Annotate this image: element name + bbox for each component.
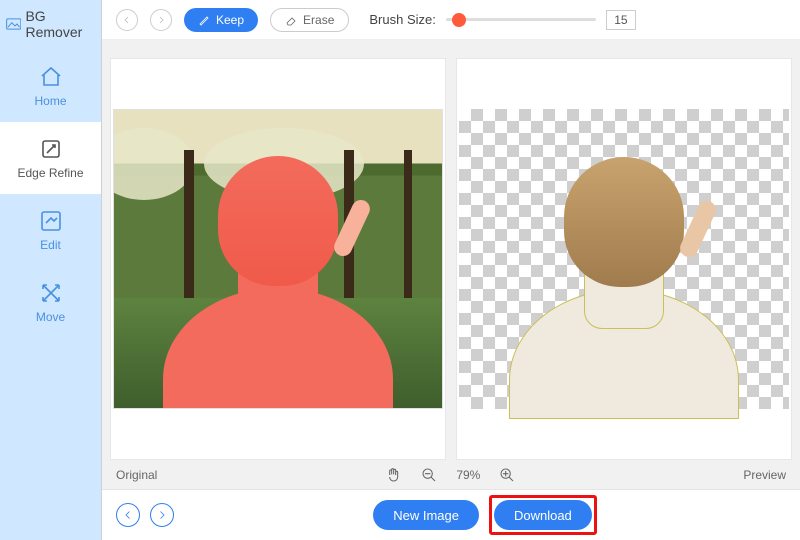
chevron-left-icon — [122, 509, 134, 521]
sidebar-item-label: Home — [34, 94, 66, 108]
edit-icon — [39, 209, 63, 233]
original-pane — [110, 58, 446, 460]
sidebar-item-label: Edge Refine — [17, 166, 83, 180]
app-logo-icon — [6, 17, 21, 31]
zoom-out-icon — [421, 467, 437, 483]
sidebar-item-edit[interactable]: Edit — [0, 194, 101, 266]
sidebar-item-home[interactable]: Home — [0, 50, 101, 122]
sidebar-item-edge-refine[interactable]: Edge Refine — [0, 122, 101, 194]
brush-size-slider[interactable] — [446, 18, 596, 21]
new-image-label: New Image — [393, 508, 459, 523]
brush-icon — [198, 14, 210, 26]
brand-name: BG Remover — [25, 8, 95, 40]
subject-cutout — [519, 139, 729, 419]
brush-size-label: Brush Size: — [369, 12, 435, 27]
erase-button[interactable]: Erase — [270, 8, 349, 32]
redo-button[interactable] — [150, 9, 172, 31]
original-label: Original — [116, 468, 157, 482]
pan-button[interactable] — [384, 466, 402, 484]
keep-label: Keep — [216, 13, 244, 27]
eraser-icon — [285, 14, 297, 26]
toolbar: Keep Erase Brush Size: 15 — [102, 0, 800, 40]
download-button[interactable]: Download — [494, 500, 592, 530]
prev-button[interactable] — [116, 503, 140, 527]
brush-size-value: 15 — [606, 10, 636, 30]
preview-label: Preview — [743, 468, 786, 482]
preview-pane — [456, 58, 792, 460]
download-highlight: Download — [489, 495, 597, 535]
sidebar-item-label: Move — [36, 310, 65, 324]
chevron-right-icon — [156, 509, 168, 521]
erase-label: Erase — [303, 13, 334, 27]
original-image[interactable] — [113, 109, 443, 409]
preview-image[interactable] — [459, 109, 789, 409]
keep-button[interactable]: Keep — [184, 8, 258, 32]
work-area — [102, 40, 800, 460]
sidebar: BG Remover Home Edge Refine Edit Move — [0, 0, 102, 540]
zoom-in-button[interactable] — [498, 466, 516, 484]
hand-icon — [385, 467, 401, 483]
redo-icon — [155, 14, 167, 26]
next-button[interactable] — [150, 503, 174, 527]
slider-thumb[interactable] — [452, 13, 466, 27]
zoom-in-icon — [499, 467, 515, 483]
download-label: Download — [514, 508, 572, 523]
zoom-out-button[interactable] — [420, 466, 438, 484]
status-bar: Original 79% Preview — [102, 460, 800, 490]
sidebar-item-move[interactable]: Move — [0, 266, 101, 338]
main: Keep Erase Brush Size: 15 — [102, 0, 800, 540]
action-bar: New Image Download — [102, 490, 800, 540]
undo-button[interactable] — [116, 9, 138, 31]
subject-mask-overlay — [173, 138, 383, 409]
home-icon — [39, 65, 63, 89]
brush-size-control: Brush Size: 15 — [369, 10, 635, 30]
undo-icon — [121, 14, 133, 26]
move-icon — [39, 281, 63, 305]
zoom-value: 79% — [456, 468, 480, 482]
sidebar-item-label: Edit — [40, 238, 61, 252]
brand: BG Remover — [0, 0, 101, 50]
edge-refine-icon — [39, 137, 63, 161]
new-image-button[interactable]: New Image — [373, 500, 479, 530]
